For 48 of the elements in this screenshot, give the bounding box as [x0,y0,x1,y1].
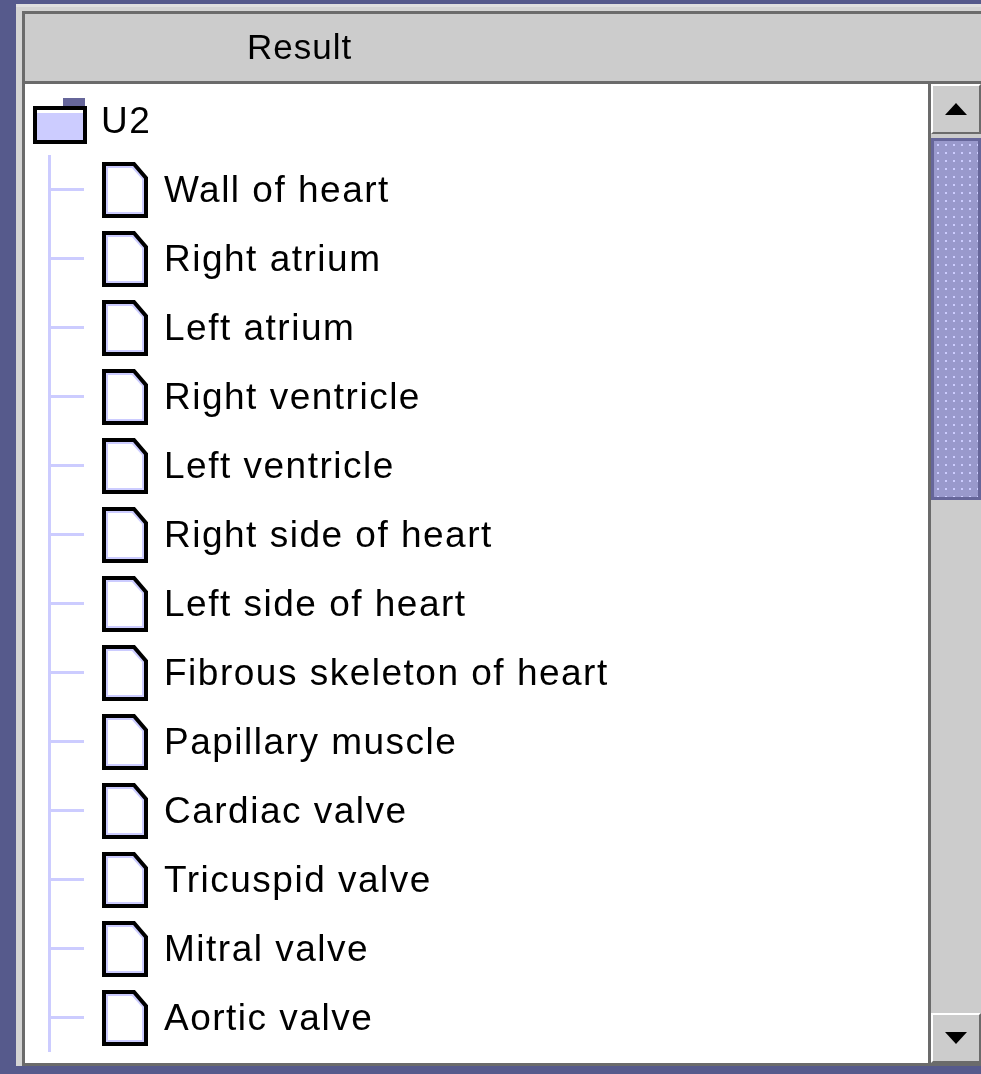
document-icon [102,161,148,218]
tree-item-label[interactable]: Fibrous skeleton of heart [164,644,609,701]
tree-connector-line [48,776,84,845]
document-icon [102,575,148,632]
tree-item-label[interactable]: Left atrium [164,299,356,356]
vertical-scrollbar[interactable] [928,84,981,1063]
tree-connector-line [48,845,84,914]
tree-item-label[interactable]: Wall of heart [164,161,390,218]
document-icon [102,989,148,1046]
tree-item-label[interactable]: Right atrium [164,230,382,287]
tree-item-label[interactable]: Left side of heart [164,575,467,632]
up-arrow-icon [945,103,967,115]
scrollbar-thumb[interactable] [931,138,981,500]
document-icon [102,437,148,494]
tree-connector-line [48,569,84,638]
tree-item-label[interactable]: Tricuspid valve [164,851,432,908]
tree-connector-line [48,362,84,431]
tree-item-label[interactable]: Aortic valve [164,989,374,1046]
scroll-down-button[interactable] [931,1013,981,1063]
document-icon [102,230,148,287]
document-icon [102,299,148,356]
column-header[interactable]: Result [25,14,981,84]
tree-item-label[interactable]: Left ventricle [164,437,395,494]
tree-connector-line [48,707,84,776]
tree-item-label[interactable]: Right side of heart [164,506,493,563]
document-icon [102,506,148,563]
document-icon [102,920,148,977]
document-icon [102,782,148,839]
tree-item-label[interactable]: Mitral valve [164,920,370,977]
tree-connector-line [48,914,84,983]
folder-icon [33,97,87,144]
tree-connector-line [48,500,84,569]
scroll-up-button[interactable] [931,84,981,134]
tree-item-label[interactable]: Papillary muscle [164,713,458,770]
document-icon [102,368,148,425]
tree-connector-line [48,431,84,500]
down-arrow-icon [945,1032,967,1044]
tree-connector-line [48,983,84,1052]
document-icon [102,713,148,770]
tree-connector-line [48,638,84,707]
tree-item-label[interactable]: Right ventricle [164,368,421,425]
tree-connector-line [48,224,84,293]
tree-item-label[interactable]: U2 [101,92,152,149]
tree-item-label[interactable]: Cardiac valve [164,782,408,839]
tree-connector-line [48,155,84,224]
document-icon [102,851,148,908]
tree-connector-line [48,293,84,362]
document-icon [102,644,148,701]
